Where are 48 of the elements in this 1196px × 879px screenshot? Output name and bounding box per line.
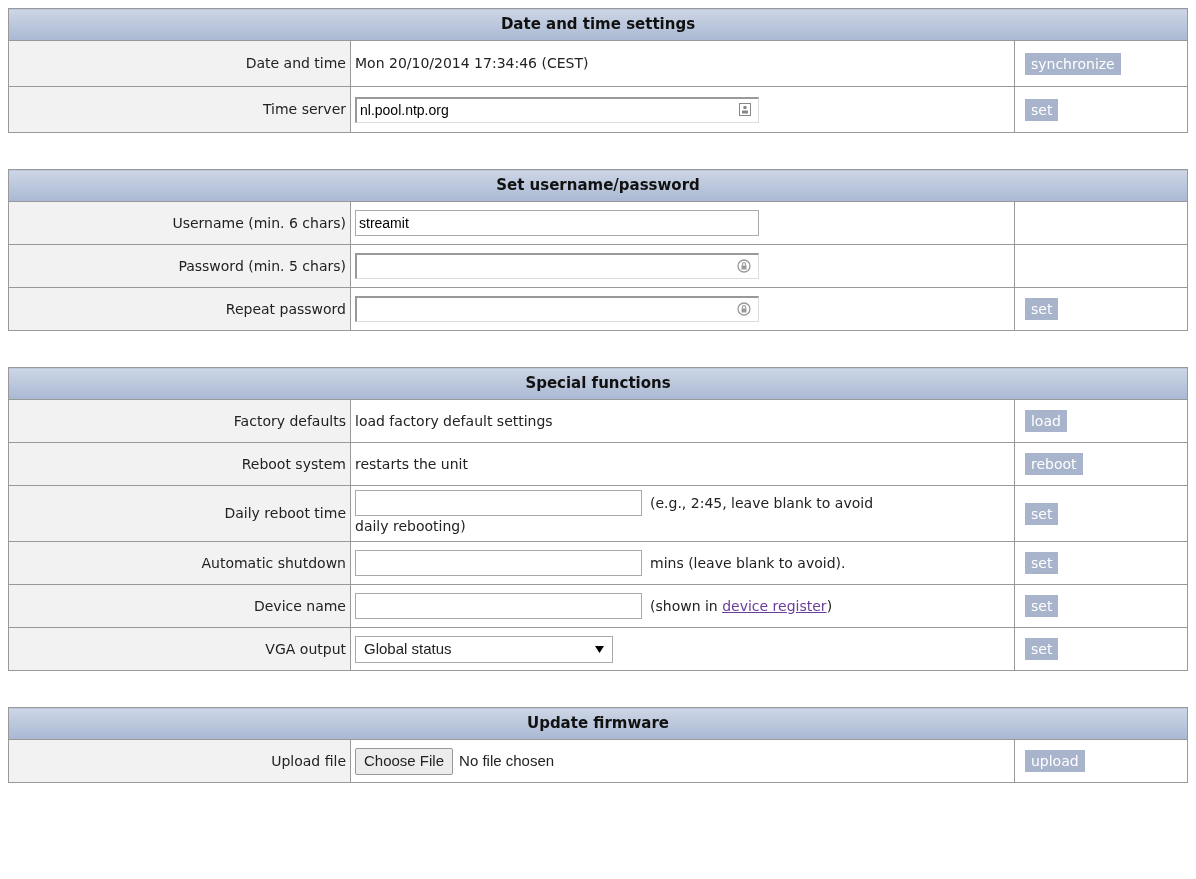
field-label: Date and time: [245, 55, 346, 71]
hint-text: mins (leave blank to avoid).: [650, 553, 846, 573]
dropdown[interactable]: Global status: [355, 635, 613, 663]
hint-text: (e.g., 2:45, leave blank to avoid: [650, 493, 874, 513]
key-lock-icon: [737, 302, 751, 316]
text-field[interactable]: [355, 490, 642, 516]
action-button[interactable]: set: [1024, 638, 1059, 660]
password-field[interactable]: [355, 253, 759, 279]
action-button[interactable]: set: [1024, 98, 1059, 121]
action-button[interactable]: set: [1024, 595, 1059, 617]
device-register-link[interactable]: device register: [722, 597, 827, 614]
text-field[interactable]: nl.pool.ntp.org: [355, 96, 759, 123]
text-field[interactable]: [355, 550, 642, 576]
section-title: Special functions: [525, 374, 671, 393]
password-field[interactable]: [355, 296, 759, 322]
action-button[interactable]: reboot: [1024, 453, 1083, 475]
key-lock-icon: [737, 259, 751, 273]
contact-card-icon: [739, 102, 751, 116]
dropdown-arrow-icon: [595, 645, 604, 653]
field-label: Factory defaults: [233, 412, 346, 429]
field-label: Automatic shutdown: [201, 554, 346, 571]
value-text: restarts the unit: [355, 455, 468, 472]
action-button[interactable]: upload: [1024, 750, 1085, 772]
action-button[interactable]: set: [1025, 298, 1059, 320]
action-button[interactable]: set: [1024, 502, 1059, 525]
field-label: Daily reboot time: [224, 505, 346, 521]
section-title: Date and time settings: [500, 15, 696, 34]
value-text: load factory default settings: [355, 412, 553, 429]
text-field[interactable]: [355, 593, 642, 619]
action-button[interactable]: synchronize: [1024, 52, 1121, 75]
hint-text: (shown in device register): [650, 596, 833, 616]
file-status-text: No file chosen: [459, 750, 555, 771]
field-label: VGA output: [265, 640, 346, 657]
choose-file-button[interactable]: Choose File: [355, 747, 454, 775]
field-label: Password (min. 5 chars): [178, 257, 346, 274]
text-field[interactable]: streamit: [355, 210, 759, 236]
field-label: Time server: [262, 101, 346, 117]
field-label: Username (min. 6 chars): [172, 214, 346, 231]
field-label: Repeat password: [225, 300, 346, 317]
field-label: Reboot system: [241, 455, 346, 472]
field-label: Device name: [253, 597, 346, 614]
hint-text: daily rebooting): [355, 517, 466, 536]
action-button[interactable]: load: [1024, 410, 1067, 432]
field-label: Upload file: [271, 752, 346, 769]
action-button[interactable]: set: [1024, 552, 1059, 574]
section-title: Update firmware: [526, 714, 669, 733]
value-text: Mon 20/10/2014 17:34:46 (CEST): [355, 55, 589, 71]
section-title: Set username/password: [496, 176, 700, 195]
